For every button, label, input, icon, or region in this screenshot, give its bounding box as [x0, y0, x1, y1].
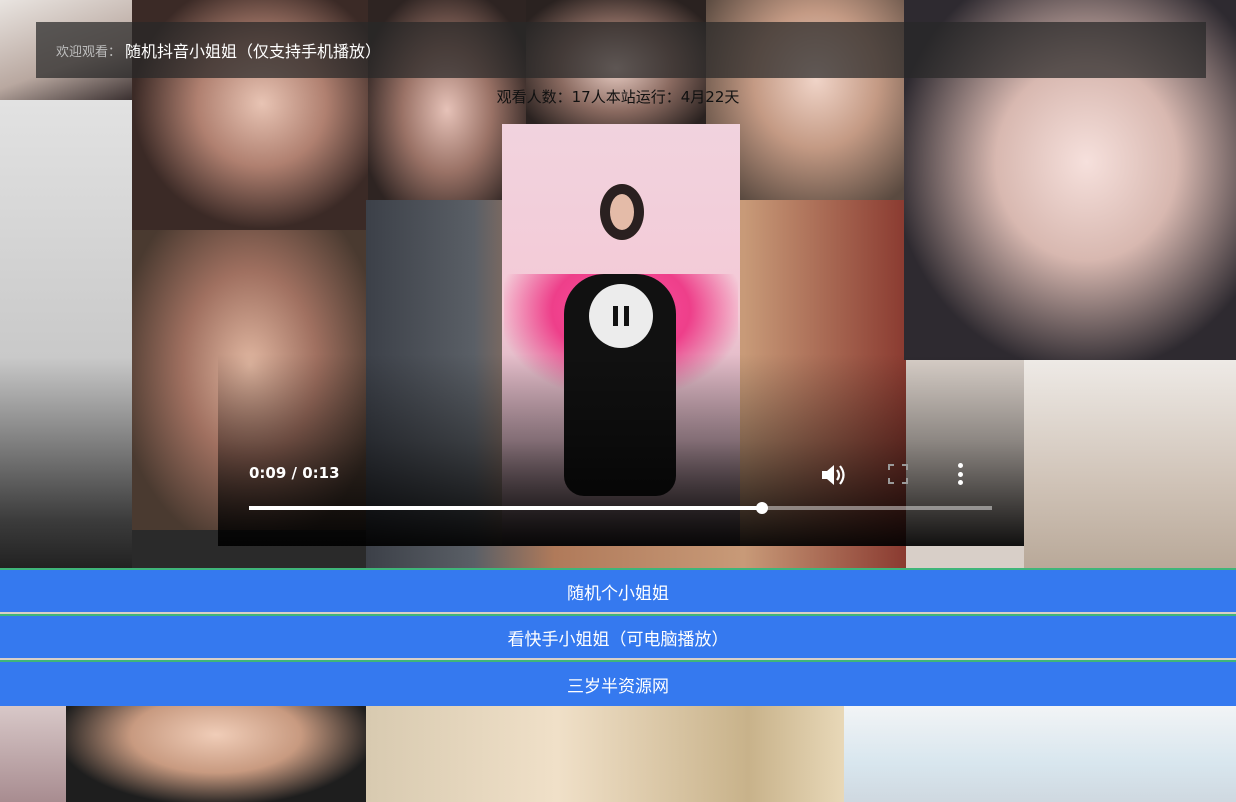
fullscreen-icon[interactable] [888, 464, 908, 484]
progress-bar[interactable] [249, 502, 992, 514]
video-player[interactable]: 0:09 / 0:13 [218, 124, 1024, 546]
page-title: 随机抖音小姐姐（仅支持手机播放） [125, 42, 382, 61]
progress-thumb[interactable] [755, 502, 768, 514]
progress-fill [249, 506, 762, 510]
controls-gradient [218, 354, 1024, 546]
pause-icon [624, 306, 629, 326]
visitor-stats: 观看人数：17人本站运行：4月22天 [496, 88, 740, 106]
resource-site-button[interactable]: 三岁半资源网 [0, 660, 1236, 706]
background-photo [0, 706, 66, 802]
more-options-icon[interactable] [952, 460, 968, 488]
pause-button[interactable] [589, 284, 653, 348]
kuaishou-button[interactable]: 看快手小姐姐（可电脑播放） [0, 614, 1236, 658]
background-photo [1024, 360, 1236, 570]
time-display: 0:09 / 0:13 [249, 464, 340, 482]
background-photo [844, 706, 1236, 802]
background-photo [366, 706, 844, 802]
random-girl-button[interactable]: 随机个小姐姐 [0, 568, 1236, 612]
pause-icon [613, 306, 618, 326]
video-content [600, 184, 644, 240]
background-photo [0, 100, 132, 568]
background-photo [66, 706, 366, 802]
welcome-prefix: 欢迎观看： [56, 44, 122, 60]
welcome-bar: 欢迎观看： 随机抖音小姐姐（仅支持手机播放） [36, 22, 1206, 78]
volume-icon[interactable] [820, 462, 848, 488]
